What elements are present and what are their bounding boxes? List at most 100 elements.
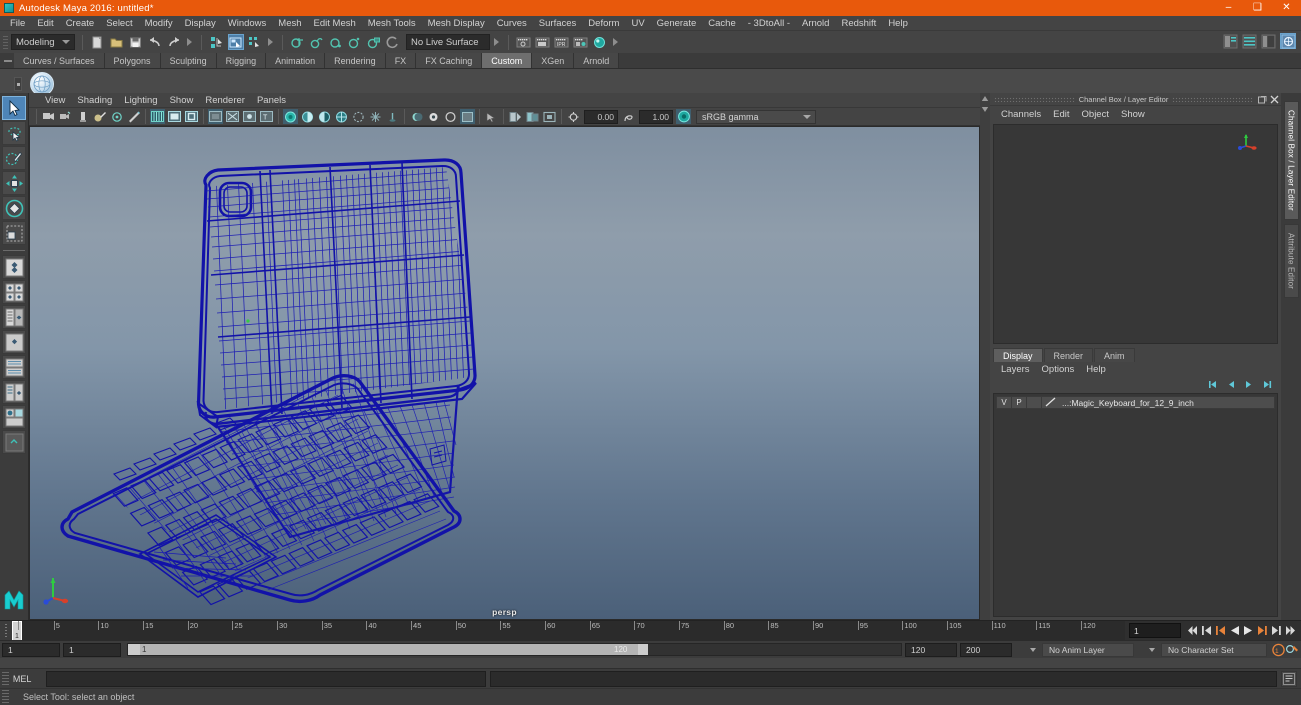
paint-select-tool[interactable]: [2, 146, 26, 170]
layer-move-first-icon[interactable]: [1206, 378, 1219, 391]
layer-menu-options[interactable]: Options: [1036, 364, 1081, 375]
gamma-field[interactable]: 1.00: [639, 109, 673, 124]
menu-item-arnold[interactable]: Arnold: [796, 16, 835, 31]
two-panes-side-by-side-layout[interactable]: [2, 305, 26, 329]
isolate-select-icon[interactable]: [484, 109, 499, 124]
use-default-lighting-icon[interactable]: [368, 109, 383, 124]
drag-dots-right[interactable]: [1172, 96, 1254, 102]
menu-item-edit[interactable]: Edit: [31, 16, 59, 31]
live-surface-field[interactable]: No Live Surface: [406, 34, 490, 50]
expand-arrow-icon[interactable]: [187, 38, 192, 46]
go-to-start-icon[interactable]: [1185, 622, 1199, 640]
save-scene-icon[interactable]: [128, 34, 144, 50]
display-layer-toggle-icon[interactable]: [525, 109, 540, 124]
channel-box-body[interactable]: [993, 124, 1278, 344]
grid-snap-toggle-icon[interactable]: [508, 109, 523, 124]
layer-playback-toggle[interactable]: P: [1012, 397, 1027, 408]
auto-keyframe-icon[interactable]: 1: [1271, 641, 1285, 659]
show-hide-tool-settings-icon[interactable]: [1242, 33, 1258, 49]
command-line-grip[interactable]: [2, 671, 9, 686]
viewport-menu-view[interactable]: View: [39, 95, 71, 106]
sphere-shelf-icon[interactable]: [30, 71, 54, 96]
anim-start-field[interactable]: 1: [2, 642, 60, 657]
vertical-tab-attribute-editor[interactable]: Attribute Editor: [1283, 223, 1299, 298]
make-live-icon[interactable]: [385, 34, 401, 50]
script-language-label[interactable]: MEL: [13, 674, 46, 684]
menuset-selector[interactable]: Modeling: [11, 34, 75, 50]
shelf-tab-rigging[interactable]: Rigging: [216, 53, 267, 68]
script-editor-icon[interactable]: [1281, 670, 1297, 687]
close-button[interactable]: ✕: [1272, 0, 1301, 16]
range-handle-left[interactable]: [128, 644, 140, 655]
3d-viewport[interactable]: persp: [29, 126, 980, 620]
menu-item-mesh[interactable]: Mesh: [272, 16, 307, 31]
resolution-gate-icon[interactable]: [184, 109, 199, 124]
snap-to-point-icon[interactable]: [328, 34, 344, 50]
three-panes-split-layout[interactable]: [2, 355, 26, 379]
channel-box-menu-show[interactable]: Show: [1115, 109, 1151, 120]
layer-tab-display[interactable]: Display: [993, 348, 1043, 362]
select-by-object-icon[interactable]: [227, 34, 244, 50]
menu-item-3dtoall[interactable]: - 3DtoAll -: [742, 16, 796, 31]
outliner-persp-layout[interactable]: [2, 380, 26, 404]
redo-icon[interactable]: [166, 34, 182, 50]
channel-box-menu-channels[interactable]: Channels: [995, 109, 1047, 120]
select-by-hierarchy-icon[interactable]: [209, 34, 225, 50]
use-all-lights-icon[interactable]: [385, 109, 400, 124]
film-gate-icon[interactable]: [167, 109, 182, 124]
textured-icon[interactable]: [351, 109, 366, 124]
step-back-frame-icon[interactable]: [1199, 622, 1213, 640]
close-icon[interactable]: [1269, 94, 1279, 104]
anim-end-field[interactable]: 200: [960, 642, 1012, 657]
help-line-grip[interactable]: [2, 690, 9, 704]
viewport-menu-shading[interactable]: Shading: [71, 95, 118, 106]
range-options-dropdown[interactable]: [1017, 643, 1039, 657]
shelf-tab-grip[interactable]: [2, 53, 14, 68]
display-layer-list[interactable]: V P ...:Magic_Keyboard_for_12_9_inch: [993, 393, 1278, 617]
xray-joints-icon[interactable]: [225, 109, 240, 124]
viewport-scroll-strip[interactable]: [980, 93, 990, 620]
flat-shade-icon[interactable]: [317, 109, 332, 124]
menu-item-curves[interactable]: Curves: [491, 16, 533, 31]
undo-icon[interactable]: [147, 34, 163, 50]
color-management-icon[interactable]: [676, 109, 691, 124]
layer-visibility-toggle[interactable]: V: [997, 397, 1012, 408]
channel-box-menu-edit[interactable]: Edit: [1047, 109, 1075, 120]
select-by-component-icon[interactable]: [247, 34, 263, 50]
time-slider-grip[interactable]: [0, 621, 12, 640]
show-hide-attribute-editor-icon[interactable]: [1223, 33, 1239, 49]
layer-tab-render[interactable]: Render: [1043, 348, 1094, 362]
range-slider[interactable]: 1 120: [127, 643, 902, 656]
menu-item-uv[interactable]: UV: [625, 16, 650, 31]
single-perspective-layout[interactable]: [2, 255, 26, 279]
play-forwards-icon[interactable]: [1241, 622, 1255, 640]
layer-name-label[interactable]: ...:Magic_Keyboard_for_12_9_inch: [1059, 398, 1194, 408]
status-line-grip[interactable]: [2, 34, 9, 50]
play-backwards-icon[interactable]: [1227, 622, 1241, 640]
move-tool[interactable]: [2, 171, 26, 195]
menu-item-cache[interactable]: Cache: [702, 16, 741, 31]
menu-item-surfaces[interactable]: Surfaces: [533, 16, 583, 31]
time-cursor[interactable]: 1: [12, 621, 22, 640]
four-view-layout[interactable]: [2, 280, 26, 304]
shelf-tab-sculpting[interactable]: Sculpting: [160, 53, 217, 68]
sidebar-toggle-icon[interactable]: [1279, 33, 1296, 49]
two-panes-stacked-layout[interactable]: [2, 330, 26, 354]
minimize-button[interactable]: –: [1214, 0, 1243, 16]
menu-item-create[interactable]: Create: [60, 16, 101, 31]
menu-item-mesh-display[interactable]: Mesh Display: [422, 16, 491, 31]
show-hide-channel-box-icon[interactable]: [1261, 33, 1277, 49]
shelf-tab-arnold[interactable]: Arnold: [574, 53, 620, 68]
menu-item-select[interactable]: Select: [100, 16, 138, 31]
shadows-icon[interactable]: [409, 109, 424, 124]
smooth-shade-all-icon[interactable]: [283, 109, 298, 124]
open-scene-icon[interactable]: [109, 34, 125, 50]
expand-arrow-icon-3[interactable]: [494, 38, 499, 46]
render-settings-icon[interactable]: [573, 34, 589, 50]
command-input[interactable]: [46, 670, 487, 687]
lasso-select-tool[interactable]: [2, 121, 26, 145]
shelf-tab-fx[interactable]: FX: [385, 53, 417, 68]
time-slider-track[interactable]: 1 5 10 15 20 25 30 35 40 45 50 55 60 65 70 75 80 85 90 95 1…: [12, 621, 1125, 640]
menu-item-file[interactable]: File: [4, 16, 31, 31]
range-handle-right[interactable]: [638, 644, 648, 655]
